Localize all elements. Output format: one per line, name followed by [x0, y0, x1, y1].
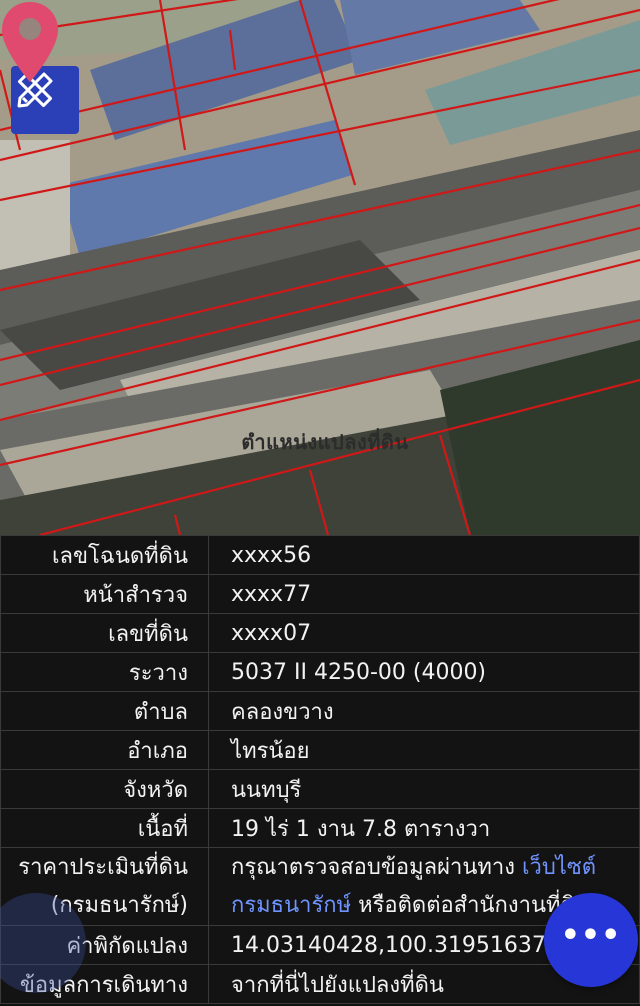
- row-label: หน้าสำรวจ: [0, 574, 209, 614]
- row-value: 19 ไร่ 1 งาน 7.8 ตารางวา: [208, 808, 640, 848]
- website-link[interactable]: เว็บไซต์: [522, 855, 596, 880]
- row-label: ระวาง: [0, 652, 209, 692]
- row-label: อำเภอ: [0, 730, 209, 770]
- appraisal-text: กรุณาตรวจสอบข้อมูลผ่านทาง: [231, 854, 522, 880]
- more-icon: •••: [560, 918, 622, 953]
- row-value: xxxx77: [208, 574, 640, 614]
- treasury-link[interactable]: กรมธนารักษ์: [231, 893, 351, 918]
- row-label: เลขที่ดิน: [0, 613, 209, 653]
- row-value: 5037 II 4250-00 (4000): [208, 652, 640, 692]
- row-value: คลองขวาง: [208, 691, 640, 731]
- more-options-button[interactable]: •••: [544, 893, 638, 987]
- table-row: หน้าสำรวจ xxxx77: [0, 574, 640, 614]
- row-value: ไทรน้อย: [208, 730, 640, 770]
- table-row: ตำบล คลองขวาง: [0, 691, 640, 731]
- row-value: xxxx07: [208, 613, 640, 653]
- row-label: ตำบล: [0, 691, 209, 731]
- pin-label: ตำแหน่งแปลงที่ดิน: [241, 430, 409, 454]
- table-row: อำเภอ ไทรน้อย: [0, 730, 640, 770]
- table-row: ระวาง 5037 II 4250-00 (4000): [0, 652, 640, 692]
- satellite-map[interactable]: ตำแหน่งแปลงที่ดิน: [0, 0, 640, 535]
- row-value: นนทบุรี: [208, 769, 640, 809]
- table-row: เลขที่ดิน xxxx07: [0, 613, 640, 653]
- row-label: จังหวัด: [0, 769, 209, 809]
- table-row: เนื้อที่ 19 ไร่ 1 งาน 7.8 ตารางวา: [0, 808, 640, 848]
- directions-row: ข้อมูลการเดินทาง จากที่นี่ไปยังแปลงที่ดิ…: [0, 964, 640, 1004]
- table-row: จังหวัด นนทบุรี: [0, 769, 640, 809]
- location-pin-icon: [2, 2, 58, 82]
- appraisal-label-line1: ราคาประเมินที่ดิน: [18, 854, 188, 880]
- table-row: เลขโฉนดที่ดิน xxxx56: [0, 535, 640, 575]
- row-label: เนื้อที่: [0, 808, 209, 848]
- appraisal-row: ราคาประเมินที่ดิน (กรมธนารักษ์) กรุณาตรว…: [0, 847, 640, 926]
- row-value: xxxx56: [208, 535, 640, 575]
- row-label: เลขโฉนดที่ดิน: [0, 535, 209, 575]
